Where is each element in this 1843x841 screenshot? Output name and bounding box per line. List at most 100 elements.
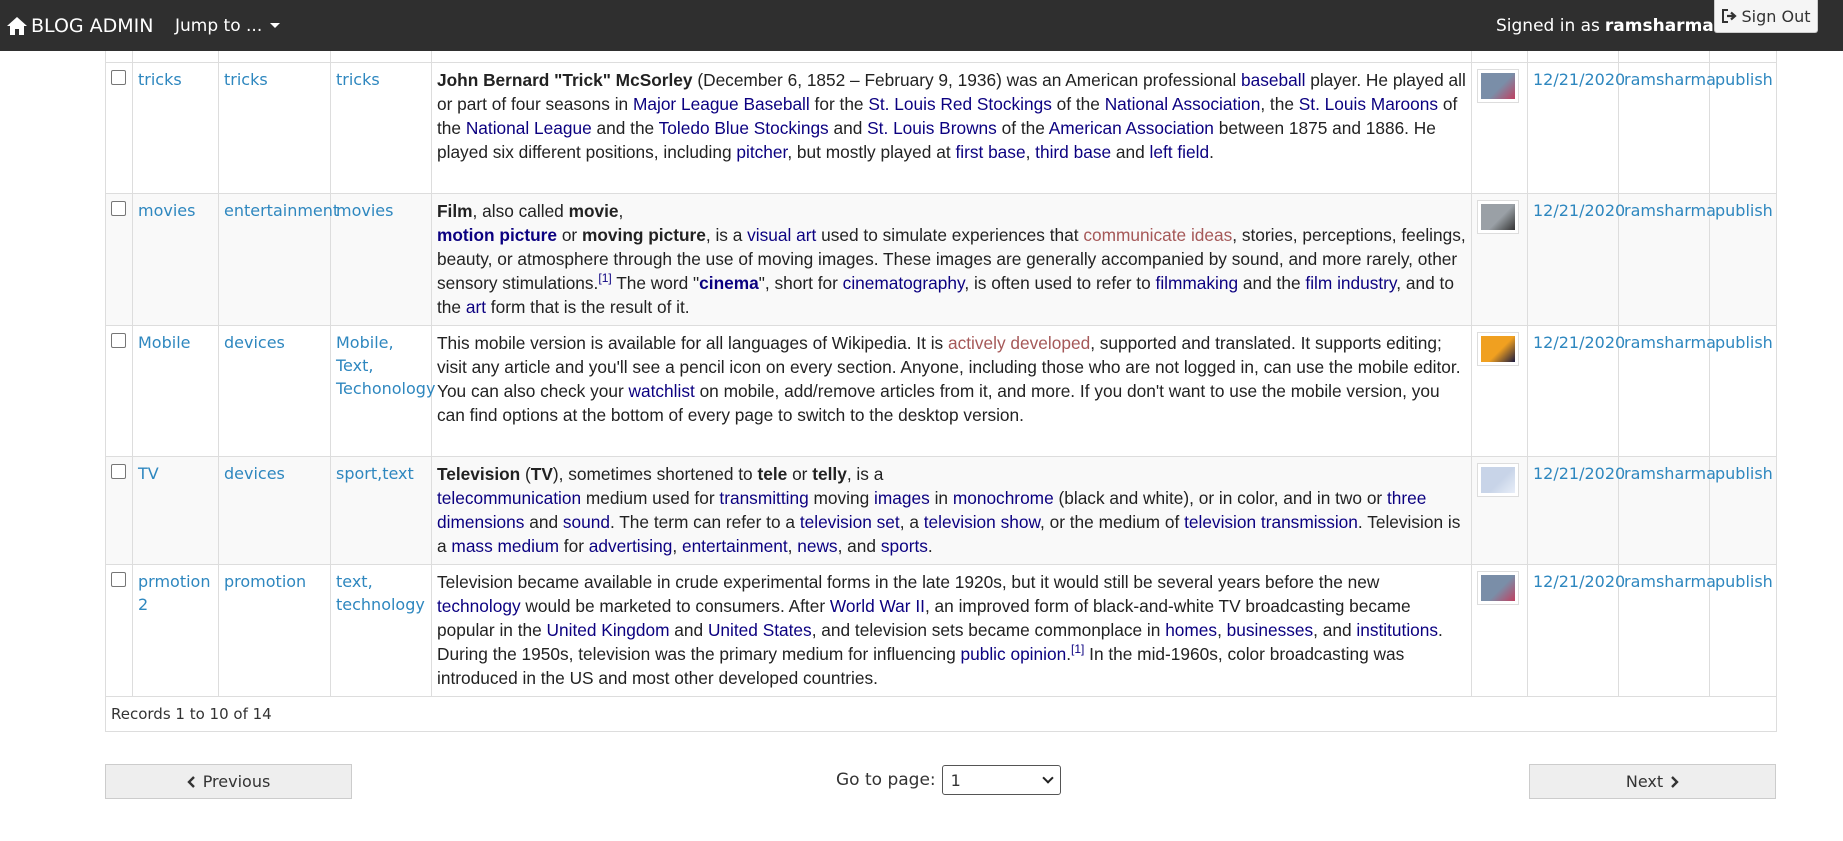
page-select[interactable]: 1 bbox=[941, 765, 1061, 795]
tags-link[interactable]: movies bbox=[336, 201, 393, 220]
body-link[interactable]: baseball bbox=[1241, 70, 1305, 90]
author-link[interactable]: ramsharma bbox=[1624, 70, 1716, 89]
body-link[interactable]: National Association bbox=[1105, 94, 1261, 114]
body-link[interactable]: filmmaking bbox=[1156, 273, 1239, 293]
post-title-link[interactable]: movies bbox=[138, 201, 195, 220]
post-thumbnail[interactable] bbox=[1477, 200, 1519, 234]
tags-link[interactable]: tricks bbox=[336, 70, 380, 89]
body-link[interactable]: television show bbox=[924, 512, 1040, 532]
body-link[interactable]: cinema bbox=[699, 273, 759, 293]
body-link[interactable]: telecommunication bbox=[437, 488, 581, 508]
body-link[interactable]: news bbox=[797, 536, 837, 556]
posts-table: tricks tricks tricks John Bernard "Trick… bbox=[105, 40, 1777, 732]
tags-link[interactable]: sport,text bbox=[336, 464, 414, 483]
body-link[interactable]: communicate ideas bbox=[1083, 225, 1232, 245]
tags-link[interactable]: Mobile, Text, Techonology bbox=[336, 333, 435, 398]
body-link[interactable]: National League bbox=[466, 118, 592, 138]
status-link[interactable]: publish bbox=[1715, 572, 1773, 591]
body-link[interactable]: pitcher bbox=[736, 142, 787, 162]
body-link[interactable]: images bbox=[874, 488, 930, 508]
body-link[interactable]: film industry bbox=[1305, 273, 1396, 293]
table-row: movies entertainment movies Film, also c… bbox=[105, 193, 1777, 326]
post-date[interactable]: 12/21/2020 bbox=[1533, 70, 1625, 89]
post-thumbnail[interactable] bbox=[1477, 571, 1519, 605]
row-checkbox[interactable] bbox=[111, 201, 126, 216]
row-checkbox[interactable] bbox=[111, 464, 126, 479]
brand-link[interactable]: BLOG ADMIN bbox=[6, 0, 154, 51]
category-link[interactable]: tricks bbox=[224, 70, 268, 89]
category-link[interactable]: devices bbox=[224, 464, 285, 483]
post-body: Film, also called movie, motion picture o… bbox=[431, 193, 1472, 326]
post-date[interactable]: 12/21/2020 bbox=[1533, 464, 1625, 483]
body-link[interactable]: visual art bbox=[747, 225, 816, 245]
body-link[interactable]: television transmission bbox=[1184, 512, 1358, 532]
category-link[interactable]: devices bbox=[224, 333, 285, 352]
body-link[interactable]: mass medium bbox=[451, 536, 559, 556]
body-link[interactable]: advertising bbox=[589, 536, 673, 556]
chevron-down-icon bbox=[1041, 772, 1054, 784]
body-link[interactable]: watchlist bbox=[629, 381, 695, 401]
post-date[interactable]: 12/21/2020 bbox=[1533, 333, 1625, 352]
body-link[interactable]: homes bbox=[1165, 620, 1217, 640]
post-title-link[interactable]: TV bbox=[138, 464, 159, 483]
body-link[interactable]: St. Louis Browns bbox=[867, 118, 997, 138]
row-checkbox[interactable] bbox=[111, 70, 126, 85]
next-label: Next bbox=[1625, 772, 1664, 791]
body-link[interactable]: American Association bbox=[1049, 118, 1214, 138]
status-link[interactable]: publish bbox=[1715, 70, 1773, 89]
status-link[interactable]: publish bbox=[1715, 333, 1773, 352]
tags-link[interactable]: text, technology bbox=[336, 572, 425, 614]
post-title-link[interactable]: tricks bbox=[138, 70, 182, 89]
post-date[interactable]: 12/21/2020 bbox=[1533, 201, 1625, 220]
sign-out-button[interactable]: Sign Out bbox=[1714, 0, 1818, 33]
page-select-value: 1 bbox=[950, 770, 961, 790]
post-title-link[interactable]: Mobile bbox=[138, 333, 190, 352]
category-link[interactable]: entertainment bbox=[224, 201, 339, 220]
previous-button[interactable]: Previous bbox=[105, 764, 352, 799]
author-link[interactable]: ramsharma bbox=[1624, 464, 1716, 483]
citation-link[interactable]: [1] bbox=[598, 271, 611, 285]
status-link[interactable]: publish bbox=[1715, 201, 1773, 220]
body-link[interactable]: monochrome bbox=[953, 488, 1054, 508]
post-thumbnail[interactable] bbox=[1477, 69, 1519, 103]
body-link[interactable]: institutions bbox=[1356, 620, 1438, 640]
body-link[interactable]: sound bbox=[563, 512, 610, 532]
jump-to-menu[interactable]: Jump to ... bbox=[175, 0, 281, 51]
body-link[interactable]: technology bbox=[437, 596, 521, 616]
body-link[interactable]: businesses bbox=[1227, 620, 1313, 640]
body-link[interactable]: Toledo Blue Stockings bbox=[659, 118, 829, 138]
top-navbar: BLOG ADMIN Jump to ... Signed in as rams… bbox=[0, 0, 1843, 51]
status-link[interactable]: publish bbox=[1715, 464, 1773, 483]
row-checkbox[interactable] bbox=[111, 572, 126, 587]
post-date[interactable]: 12/21/2020 bbox=[1533, 572, 1625, 591]
body-link[interactable]: left field bbox=[1150, 142, 1210, 162]
row-checkbox[interactable] bbox=[111, 333, 126, 348]
body-link[interactable]: entertainment bbox=[682, 536, 788, 556]
author-link[interactable]: ramsharma bbox=[1624, 572, 1716, 591]
next-button[interactable]: Next bbox=[1529, 764, 1776, 799]
author-link[interactable]: ramsharma bbox=[1624, 201, 1716, 220]
body-link[interactable]: Major League Baseball bbox=[633, 94, 810, 114]
body-link[interactable]: cinematography bbox=[843, 273, 965, 293]
body-link[interactable]: World War II bbox=[830, 596, 925, 616]
body-link[interactable]: United Kingdom bbox=[547, 620, 670, 640]
post-thumbnail[interactable] bbox=[1477, 463, 1519, 497]
category-link[interactable]: promotion bbox=[224, 572, 306, 591]
body-link[interactable]: third base bbox=[1035, 142, 1111, 162]
body-link[interactable]: motion picture bbox=[437, 225, 557, 245]
body-link[interactable]: transmitting bbox=[719, 488, 808, 508]
post-title-link[interactable]: prmotion 2 bbox=[138, 572, 210, 614]
body-link[interactable]: art bbox=[466, 297, 486, 317]
author-link[interactable]: ramsharma bbox=[1624, 333, 1716, 352]
body-link[interactable]: public opinion bbox=[961, 644, 1067, 664]
body-link[interactable]: actively developed bbox=[948, 333, 1090, 353]
body-link[interactable]: St. Louis Red Stockings bbox=[868, 94, 1051, 114]
citation-link[interactable]: [1] bbox=[1071, 642, 1084, 656]
body-link[interactable]: St. Louis Maroons bbox=[1299, 94, 1438, 114]
body-link[interactable]: sports bbox=[881, 536, 928, 556]
post-body: John Bernard "Trick" McSorley (December … bbox=[431, 62, 1472, 194]
body-link[interactable]: first base bbox=[955, 142, 1025, 162]
body-link[interactable]: United States bbox=[708, 620, 812, 640]
post-thumbnail[interactable] bbox=[1477, 332, 1519, 366]
body-link[interactable]: television set bbox=[800, 512, 900, 532]
